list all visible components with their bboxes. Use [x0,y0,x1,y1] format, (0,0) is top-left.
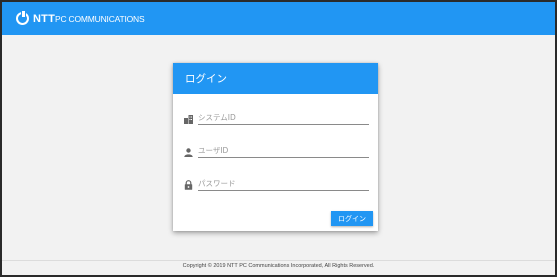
login-button[interactable]: ログイン [331,211,373,226]
logo-text: NTTPC COMMUNICATIONS [33,12,145,25]
person-icon [183,146,193,158]
company-logo: NTTPC COMMUNICATIONS [16,11,145,25]
user-id-input[interactable] [198,144,369,158]
password-input[interactable] [198,177,369,191]
system-id-input[interactable] [198,111,369,125]
lock-icon [183,179,193,191]
browser-frame: NTTPC COMMUNICATIONS ログイン システムID ユーザID ロ… [0,0,557,277]
building-icon [183,113,193,125]
system-id-field [183,109,369,125]
password-field [183,175,369,191]
top-bar: NTTPC COMMUNICATIONS [2,2,555,35]
login-card-title: ログイン [173,63,378,94]
user-id-field [183,142,369,158]
copyright-text: Copyright © 2019 NTT PC Communications I… [182,263,375,269]
login-card: ログイン システムID ユーザID ログイン [173,63,378,231]
logo-mark-icon [16,11,29,25]
footer-divider [2,260,555,261]
